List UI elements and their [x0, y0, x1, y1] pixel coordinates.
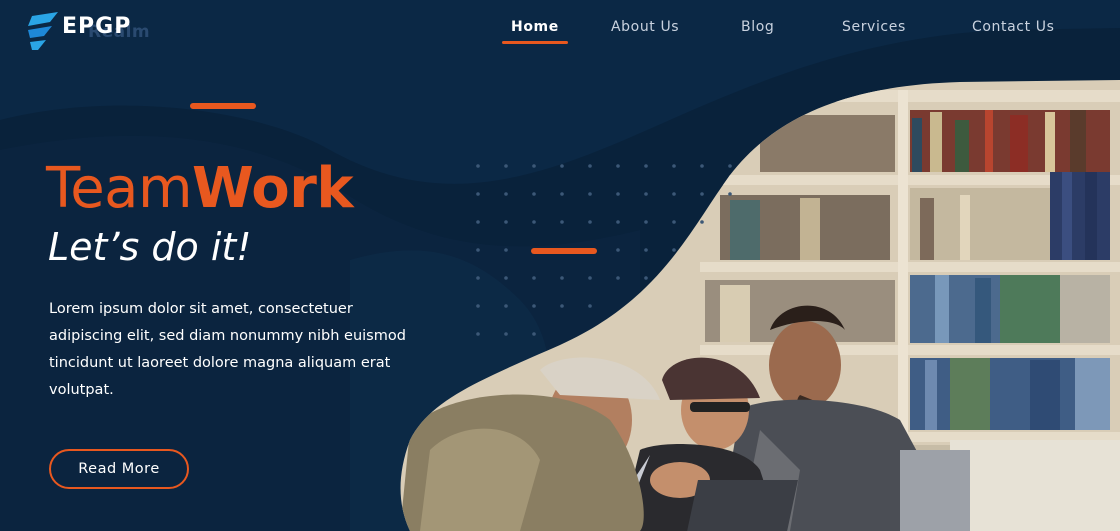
nav-home[interactable]: Home — [502, 19, 568, 44]
nav-services[interactable]: Services — [842, 19, 906, 35]
hero-title: TeamWork — [46, 155, 354, 223]
active-underline — [502, 41, 568, 44]
nav-about-us[interactable]: About Us — [611, 19, 679, 35]
hero-section: Realm EPGP Home About Us Blog Services C… — [0, 0, 1120, 531]
nav-contact-us[interactable]: Contact Us — [972, 19, 1054, 35]
decorative-dot-grid — [476, 164, 732, 336]
nav-blog[interactable]: Blog — [741, 19, 774, 35]
main-nav: Home About Us Blog Services Contact Us — [0, 19, 1120, 49]
hero-title-light: Team — [46, 156, 193, 221]
accent-bar-middle — [531, 248, 597, 254]
accent-bar-top — [190, 103, 256, 109]
read-more-button[interactable]: Read More — [49, 449, 189, 489]
nav-home-label: Home — [511, 19, 559, 35]
hero-title-bold: Work — [192, 156, 354, 221]
hero-body-text: Lorem ipsum dolor sit amet, consectetuer… — [49, 301, 406, 398]
hero-subtitle: Let’s do it! — [48, 225, 252, 269]
